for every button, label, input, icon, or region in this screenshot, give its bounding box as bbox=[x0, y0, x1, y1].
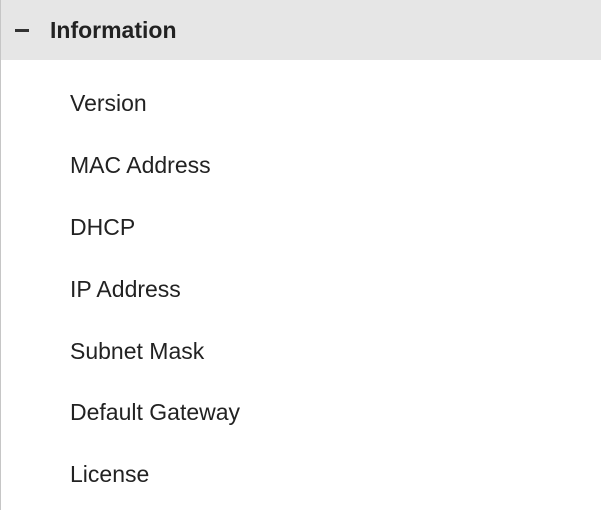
menu-item-label: MAC Address bbox=[70, 152, 211, 179]
menu-item-label: Default Gateway bbox=[70, 399, 241, 426]
menu-item-label: License bbox=[70, 461, 150, 488]
menu-item-dhcp[interactable]: DHCP bbox=[1, 197, 601, 259]
minus-icon[interactable] bbox=[15, 28, 29, 32]
menu-item-label: Subnet Mask bbox=[70, 337, 205, 364]
menu-item-license[interactable]: License bbox=[1, 444, 601, 506]
information-panel: Information Version MAC Address DHCP IP … bbox=[0, 0, 601, 510]
menu-item-label: Version bbox=[70, 90, 147, 117]
information-section-header[interactable]: Information bbox=[1, 0, 601, 60]
menu-item-ip-address[interactable]: IP Address bbox=[1, 258, 601, 320]
section-title: Information bbox=[50, 16, 177, 43]
menu-item-subnet-mask[interactable]: Subnet Mask bbox=[1, 320, 601, 382]
menu-item-version[interactable]: Version bbox=[1, 73, 601, 135]
menu-item-label: DHCP bbox=[70, 213, 136, 240]
menu-item-mac-address[interactable]: MAC Address bbox=[1, 135, 601, 197]
information-menu: Version MAC Address DHCP IP Address Subn… bbox=[1, 73, 601, 506]
menu-item-label: IP Address bbox=[70, 275, 181, 302]
menu-item-default-gateway[interactable]: Default Gateway bbox=[1, 382, 601, 444]
